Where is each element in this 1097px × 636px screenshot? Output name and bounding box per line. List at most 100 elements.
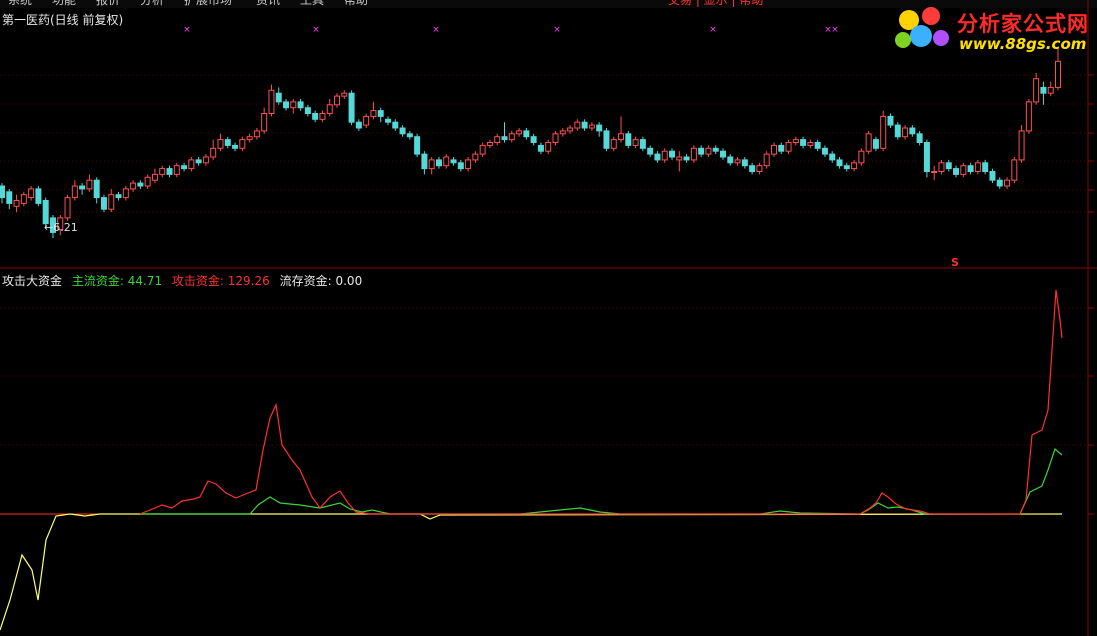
candle (836, 157, 843, 169)
candle-body (989, 171, 996, 181)
candle-body (377, 110, 384, 117)
indicator-lines (0, 289, 1063, 631)
low-price-label: ←6.21 (44, 221, 78, 234)
candle (108, 188, 115, 213)
legend-attack-value: 129.26 (227, 274, 270, 288)
candle (865, 130, 872, 155)
candle (974, 159, 981, 175)
candle-body (232, 144, 239, 149)
candle-body (727, 156, 734, 164)
attack-fund-line (139, 289, 1063, 515)
legend-flow-label: 流存资金: (279, 274, 332, 288)
candle-body (872, 139, 879, 149)
candle-body (574, 121, 581, 129)
candle-body (1004, 179, 1011, 187)
candle (902, 125, 909, 140)
candle (232, 142, 239, 152)
candle (334, 93, 341, 108)
candle (421, 151, 428, 175)
candle-body (1047, 86, 1054, 94)
candle-body (698, 147, 705, 155)
candle (712, 145, 719, 155)
candle (749, 162, 756, 175)
candle (559, 128, 566, 137)
candle (319, 110, 326, 123)
candle (552, 130, 559, 146)
candle (727, 154, 734, 166)
candle (639, 136, 646, 152)
candle-body (399, 127, 406, 135)
candle-body (479, 144, 486, 155)
candle-body (880, 115, 887, 149)
candle-body (406, 133, 413, 138)
candle-body (1033, 78, 1040, 103)
candle-body (865, 133, 872, 152)
candle (6, 188, 13, 210)
candle-body (749, 165, 756, 172)
candle-body (341, 92, 348, 97)
candle (137, 180, 144, 189)
candle (1011, 157, 1018, 184)
candle-body (384, 118, 391, 123)
candle (115, 191, 122, 201)
candle (807, 139, 814, 149)
candle (1047, 81, 1054, 97)
candle-body (115, 194, 122, 199)
candle-body (188, 159, 195, 170)
candle (996, 177, 1003, 189)
candle (0, 183, 5, 204)
candle (79, 183, 86, 195)
candle-body (647, 147, 654, 155)
chart-canvas[interactable]: × × × × × × × (0, 0, 1097, 636)
candle (399, 125, 406, 137)
candle-body (625, 133, 632, 146)
candle (348, 90, 355, 126)
candle (872, 136, 879, 152)
legend-attack-label: 攻击资金: (171, 274, 224, 288)
candle-body (829, 153, 836, 161)
candle-body (428, 159, 435, 170)
candle-body (1040, 86, 1047, 94)
main-fund-line (140, 447, 1063, 515)
candle-body (217, 139, 224, 149)
candle-body (297, 101, 304, 109)
candle-body (537, 144, 544, 152)
candle (159, 165, 166, 178)
candle-body (734, 159, 741, 164)
signal-x-marker: × (312, 25, 320, 35)
candle-body (457, 162, 464, 170)
indicator-legend: 攻击大资金 主流资金: 44.71 攻击资金: 129.26 流存资金: 0.0… (2, 272, 362, 289)
candle-body (1018, 130, 1025, 161)
candle (494, 133, 501, 146)
candle-body (639, 139, 646, 149)
candle-body (931, 171, 938, 173)
candle-body (246, 136, 253, 141)
candle (567, 125, 574, 134)
candle-body (28, 188, 35, 199)
candle (516, 128, 523, 137)
candle (843, 162, 850, 172)
candle (450, 157, 457, 166)
candle-body (982, 162, 989, 173)
candle (625, 130, 632, 149)
candle (246, 133, 253, 143)
candle (217, 133, 224, 152)
candle (800, 136, 807, 149)
candle (887, 113, 894, 128)
candle-body (814, 142, 821, 149)
candle (406, 130, 413, 140)
candle (268, 84, 275, 117)
candle (880, 110, 887, 152)
candle-body (800, 139, 807, 146)
candle (690, 145, 697, 163)
candle (384, 116, 391, 126)
candle (202, 154, 209, 166)
candle (821, 145, 828, 157)
candle-body (508, 133, 515, 141)
candle (931, 165, 938, 181)
candle (465, 157, 472, 172)
candle-body (283, 101, 290, 109)
candle (851, 159, 858, 172)
candle (698, 145, 705, 157)
candle-body (909, 127, 916, 135)
